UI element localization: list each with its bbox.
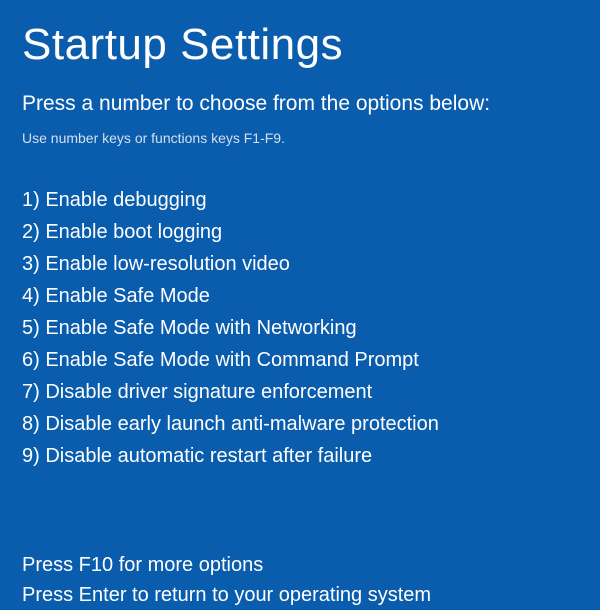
instruction-text: Press a number to choose from the option…	[22, 92, 578, 116]
option-disable-anti-malware[interactable]: 8) Disable early launch anti-malware pro…	[22, 408, 578, 440]
option-disable-auto-restart[interactable]: 9) Disable automatic restart after failu…	[22, 440, 578, 472]
more-options-text: Press F10 for more options	[22, 550, 578, 580]
option-disable-driver-signature[interactable]: 7) Disable driver signature enforcement	[22, 376, 578, 408]
option-enable-safe-mode[interactable]: 4) Enable Safe Mode	[22, 280, 578, 312]
hint-text: Use number keys or functions keys F1-F9.	[22, 130, 578, 146]
page-title: Startup Settings	[22, 20, 578, 70]
option-enable-debugging[interactable]: 1) Enable debugging	[22, 184, 578, 216]
option-enable-low-resolution-video[interactable]: 3) Enable low-resolution video	[22, 248, 578, 280]
return-text: Press Enter to return to your operating …	[22, 580, 578, 610]
option-enable-safe-mode-command-prompt[interactable]: 6) Enable Safe Mode with Command Prompt	[22, 344, 578, 376]
option-enable-boot-logging[interactable]: 2) Enable boot logging	[22, 216, 578, 248]
options-list: 1) Enable debugging 2) Enable boot loggi…	[22, 184, 578, 472]
option-enable-safe-mode-networking[interactable]: 5) Enable Safe Mode with Networking	[22, 312, 578, 344]
